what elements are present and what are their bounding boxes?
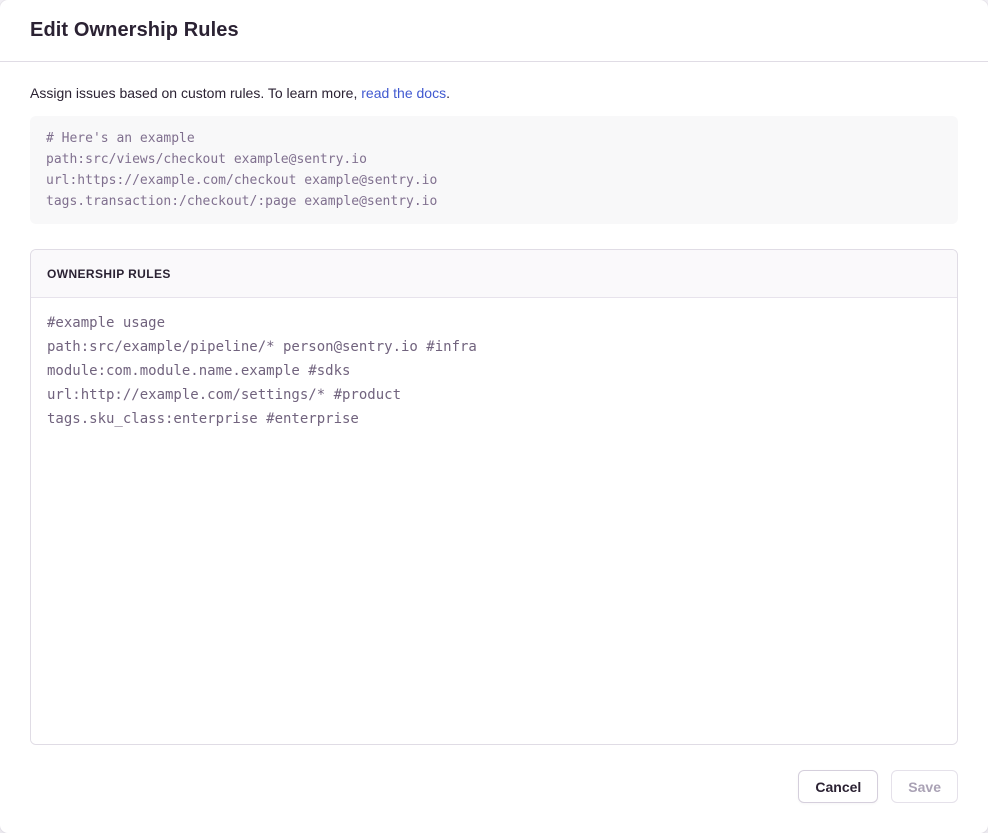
- description-suffix: .: [446, 85, 450, 101]
- example-code-line: url:https://example.com/checkout example…: [46, 170, 942, 191]
- description-text: Assign issues based on custom rules. To …: [30, 85, 958, 102]
- modal-body: Assign issues based on custom rules. To …: [0, 62, 988, 743]
- description-main: Assign issues based on custom rules. To …: [30, 85, 357, 101]
- ownership-rules-panel-header: OWNERSHIP RULES: [31, 250, 957, 298]
- edit-ownership-rules-modal: Edit Ownership Rules Assign issues based…: [0, 0, 988, 833]
- cancel-button[interactable]: Cancel: [798, 770, 878, 803]
- ownership-rules-textarea[interactable]: #example usage path:src/example/pipeline…: [31, 298, 957, 744]
- ownership-rules-panel: OWNERSHIP RULES #example usage path:src/…: [30, 249, 958, 745]
- example-code-line: tags.transaction:/checkout/:page example…: [46, 191, 942, 212]
- modal-header: Edit Ownership Rules: [0, 0, 988, 62]
- modal-title: Edit Ownership Rules: [30, 19, 239, 42]
- example-code-block: # Here's an example path:src/views/check…: [30, 116, 958, 224]
- modal-footer: Cancel Save: [0, 743, 988, 833]
- ownership-rules-panel-title: OWNERSHIP RULES: [47, 267, 171, 281]
- example-code-line: path:src/views/checkout example@sentry.i…: [46, 149, 942, 170]
- example-code-line: # Here's an example: [46, 128, 942, 149]
- read-the-docs-link[interactable]: read the docs: [361, 85, 446, 101]
- save-button[interactable]: Save: [891, 770, 958, 803]
